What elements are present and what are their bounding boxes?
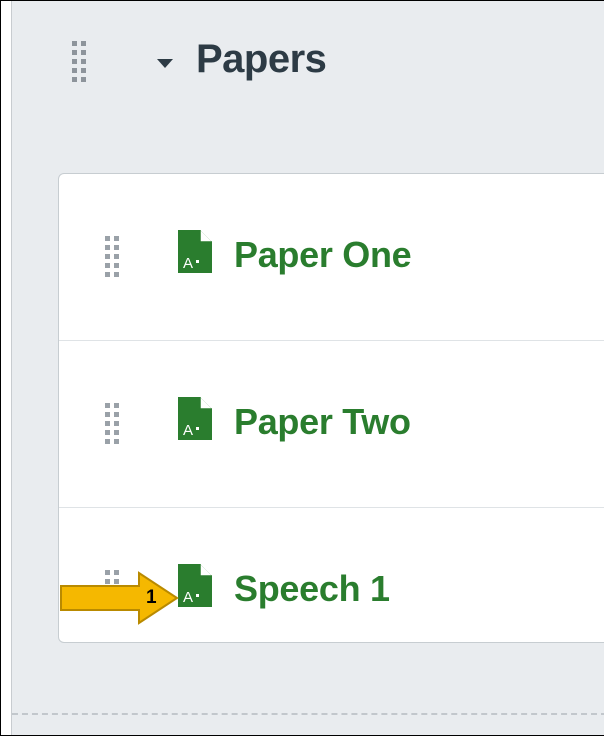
item-link-paper-one[interactable]: Paper One <box>234 234 412 276</box>
callout-arrow-1: 1 <box>59 571 179 625</box>
arrow-right-icon <box>60 571 179 625</box>
module-title[interactable]: Papers <box>196 37 327 82</box>
module-bottom-divider <box>12 713 604 715</box>
list-item-paper-two[interactable]: A Paper Two <box>59 341 604 508</box>
list-item-paper-one[interactable]: A Paper One <box>59 174 604 341</box>
svg-text:A: A <box>183 589 193 606</box>
item-drag-handle-icon[interactable] <box>105 403 120 445</box>
screenshot-frame: Papers A Paper One A Paper Two A Speech … <box>0 0 604 736</box>
callout-number: 1 <box>146 587 157 608</box>
item-link-paper-two[interactable]: Paper Two <box>234 401 411 443</box>
caret-down-icon[interactable] <box>157 59 173 68</box>
assignment-document-icon: A <box>178 397 212 440</box>
assignment-document-icon: A <box>178 230 212 273</box>
module-drag-handle-icon[interactable] <box>72 41 87 83</box>
svg-text:A: A <box>183 422 193 439</box>
item-link-speech-1[interactable]: Speech 1 <box>234 568 390 610</box>
item-drag-handle-icon[interactable] <box>105 236 120 278</box>
module-header[interactable]: Papers <box>12 1 604 141</box>
assignment-document-icon: A <box>178 564 212 607</box>
svg-text:A: A <box>183 255 193 272</box>
